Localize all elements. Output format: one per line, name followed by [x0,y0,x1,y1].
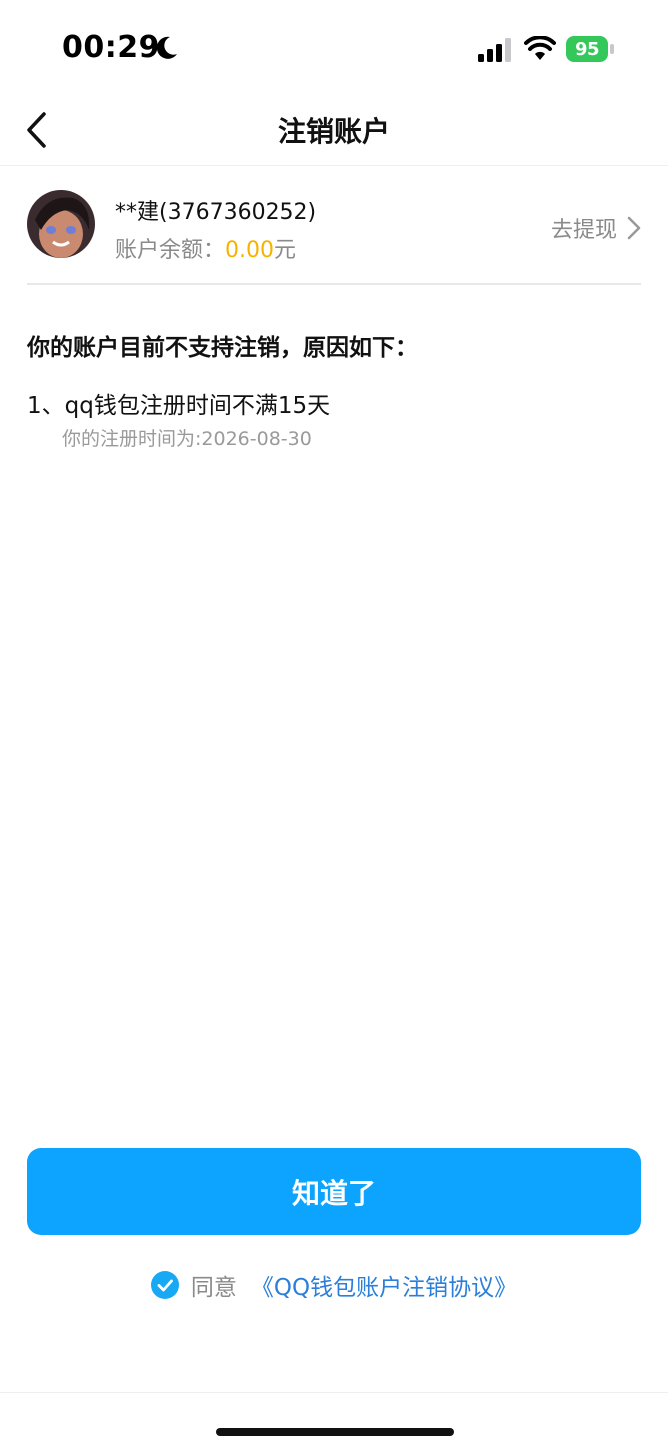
bottom-divider [0,1392,668,1393]
page-title: 注销账户 [277,115,390,148]
balance-unit: 元 [274,238,297,263]
signal-icon [478,38,511,62]
agreement-link[interactable]: 《QQ钱包账户注销协议》 [251,1268,517,1302]
status-bar: 00:29 95 [0,0,668,100]
notice-title: 你的账户目前不支持注销，原因如下： [27,335,418,361]
moon-icon [156,36,177,59]
balance-value: 0.00 [225,238,274,263]
withdraw-label: 去提现 [550,218,617,243]
status-time: 00:29 [62,30,160,65]
checkbox-checked-icon[interactable] [150,1271,179,1299]
balance-label: 账户余额： [115,238,226,263]
avatar [27,190,95,258]
agreement-row: 同意 《QQ钱包账户注销协议》 [0,1268,668,1302]
chevron-right-icon [627,216,641,240]
account-row: **建(3767360252) 账户余额：0.00元 去提现 [27,190,641,285]
account-balance: 账户余额：0.00元 [115,232,296,264]
reason-detail: 你的注册时间为:2026-08-30 [62,428,312,450]
ok-button[interactable]: 知道了 [27,1148,641,1235]
battery-cap [610,44,614,54]
avatar-image [27,190,95,258]
nav-bar: 注销账户 [0,100,668,166]
home-indicator [216,1428,454,1436]
battery-icon: 95 [566,36,616,64]
agree-label: 同意 [190,1275,237,1301]
withdraw-link[interactable]: 去提现 [551,212,641,244]
battery-level: 95 [566,36,608,62]
reason-item: 1、qq钱包注册时间不满15天 [27,393,331,419]
account-name: **建(3767360252) [115,200,317,225]
wifi-icon [524,36,556,60]
